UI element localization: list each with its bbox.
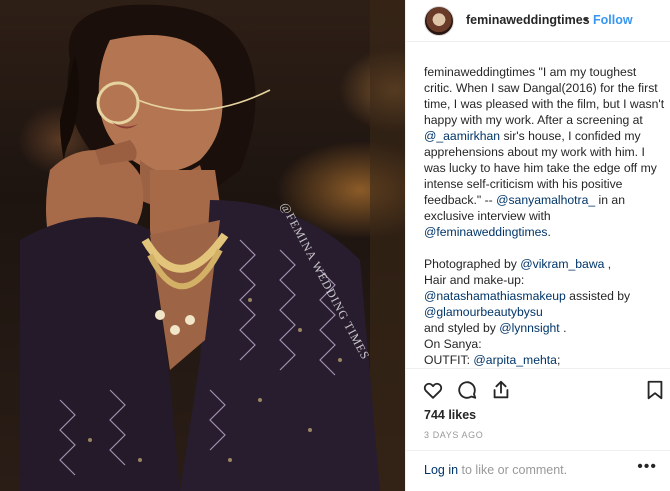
comment-footer: Log in to like or comment. •••: [406, 450, 670, 491]
share-icon[interactable]: [490, 379, 512, 401]
caption-text: assisted by: [565, 289, 631, 303]
caption-text: and styled by: [424, 321, 500, 335]
caption-text: .: [559, 321, 567, 335]
post-caption: feminaweddingtimes "I am my toughest cri…: [424, 64, 666, 369]
caption-text: ;: [556, 353, 561, 367]
caption-mention[interactable]: @sanyamalhotra_: [496, 193, 595, 207]
login-prompt-text: to like or comment.: [458, 463, 568, 477]
caption-text: .: [547, 225, 551, 239]
comment-icon[interactable]: [456, 379, 478, 401]
caption-username[interactable]: feminaweddingtimes: [424, 65, 535, 79]
separator-dot: •: [584, 13, 589, 27]
caption-text: ,: [604, 257, 612, 271]
avatar[interactable]: [424, 6, 454, 36]
caption-mention[interactable]: @_aamirkhan: [424, 129, 500, 143]
action-bar: [406, 368, 670, 408]
caption-mention[interactable]: @lynnsight: [499, 321, 559, 335]
post-timestamp[interactable]: 3 DAYS AGO: [424, 430, 483, 440]
more-options-icon[interactable]: •••: [637, 458, 657, 476]
bookmark-icon[interactable]: [644, 379, 666, 401]
caption-text: On Sanya:: [424, 337, 482, 351]
post-photo[interactable]: @FEMINA WEDDING TIMES: [0, 0, 405, 491]
login-link[interactable]: Log in: [424, 463, 458, 477]
heart-icon[interactable]: [422, 379, 444, 401]
caption-mention[interactable]: @natashamathiasmakeup: [424, 289, 566, 303]
caption-text: OUTFIT:: [424, 353, 474, 367]
post-panel: feminaweddingtimes • Follow feminaweddin…: [405, 0, 670, 491]
post-header: feminaweddingtimes • Follow: [406, 0, 670, 42]
caption-mention[interactable]: @vikram_bawa: [520, 257, 604, 271]
caption-mention[interactable]: @feminaweddingtimes: [424, 225, 547, 239]
login-prompt: Log in to like or comment.: [424, 463, 567, 477]
caption-mention[interactable]: @glamourbeautybysu: [424, 305, 543, 319]
caption-text: Photographed by: [424, 257, 521, 271]
likes-count[interactable]: 744 likes: [424, 408, 476, 422]
caption-mention[interactable]: @arpita_mehta: [473, 353, 557, 367]
caption-text: Hair and make-up:: [424, 273, 525, 287]
photo-illustration: [20, 0, 405, 491]
follow-button[interactable]: Follow: [593, 13, 633, 27]
username[interactable]: feminaweddingtimes: [466, 13, 590, 27]
